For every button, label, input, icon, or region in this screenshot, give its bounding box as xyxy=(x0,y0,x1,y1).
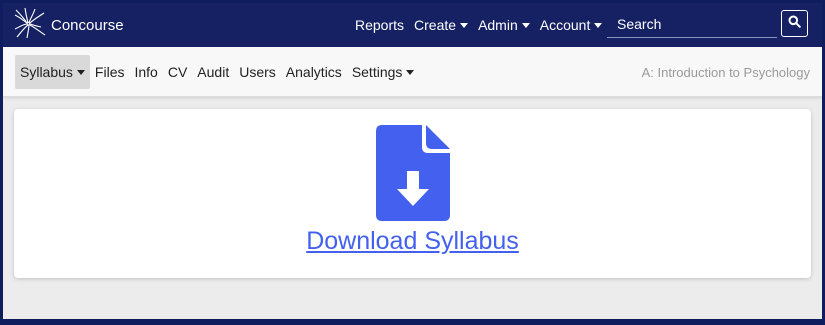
file-download-icon[interactable] xyxy=(376,125,450,221)
top-navbar: Concourse Reports Create Admin Account xyxy=(3,3,822,47)
search-field xyxy=(607,11,777,38)
tab-syllabus[interactable]: Syllabus xyxy=(15,55,90,89)
nav-reports-label: Reports xyxy=(355,17,405,33)
tab-cv-label: CV xyxy=(167,64,188,80)
tab-files[interactable]: Files xyxy=(90,55,130,89)
concourse-logo-icon xyxy=(13,7,47,44)
tab-audit-label: Audit xyxy=(197,64,230,80)
nav-admin-label: Admin xyxy=(478,17,518,33)
course-subnav: Syllabus Files Info CV Audit Users Analy… xyxy=(15,55,419,89)
nav-account-label: Account xyxy=(539,17,591,33)
caret-down-icon xyxy=(460,22,469,28)
window-bottom-border xyxy=(3,319,822,322)
download-syllabus-link[interactable]: Download Syllabus xyxy=(14,227,811,256)
nav-admin[interactable]: Admin xyxy=(478,17,530,33)
tab-syllabus-label: Syllabus xyxy=(20,64,73,80)
brand-name: Concourse xyxy=(51,16,124,34)
tab-settings-label: Settings xyxy=(351,64,403,80)
caret-down-icon xyxy=(76,69,85,75)
tab-analytics-label: Analytics xyxy=(285,64,342,80)
tab-files-label: Files xyxy=(94,64,125,80)
course-title: A: Introduction to Psychology xyxy=(641,64,810,80)
nav-reports[interactable]: Reports xyxy=(355,17,404,33)
syllabus-card: Download Syllabus xyxy=(14,109,811,278)
app-window: Concourse Reports Create Admin Account S… xyxy=(3,3,822,322)
brand[interactable]: Concourse xyxy=(13,7,124,44)
tab-cv[interactable]: CV xyxy=(163,55,192,89)
tab-audit[interactable]: Audit xyxy=(192,55,234,89)
tab-info-label: Info xyxy=(134,64,158,80)
top-nav-menu: Reports Create Admin Account xyxy=(355,3,612,47)
search-input[interactable] xyxy=(607,11,777,37)
tab-users[interactable]: Users xyxy=(234,55,281,89)
caret-down-icon xyxy=(406,69,415,75)
tab-users-label: Users xyxy=(239,64,276,80)
nav-account[interactable]: Account xyxy=(540,17,603,33)
course-subnav-bar: Syllabus Files Info CV Audit Users Analy… xyxy=(3,47,822,97)
caret-down-icon xyxy=(521,22,530,28)
tab-settings[interactable]: Settings xyxy=(347,55,420,89)
caret-down-icon xyxy=(594,22,603,28)
nav-create[interactable]: Create xyxy=(414,17,469,33)
tab-info[interactable]: Info xyxy=(129,55,162,89)
nav-create-label: Create xyxy=(414,17,457,33)
search-button[interactable] xyxy=(781,10,808,37)
search-icon xyxy=(788,15,801,33)
tab-analytics[interactable]: Analytics xyxy=(281,55,347,89)
